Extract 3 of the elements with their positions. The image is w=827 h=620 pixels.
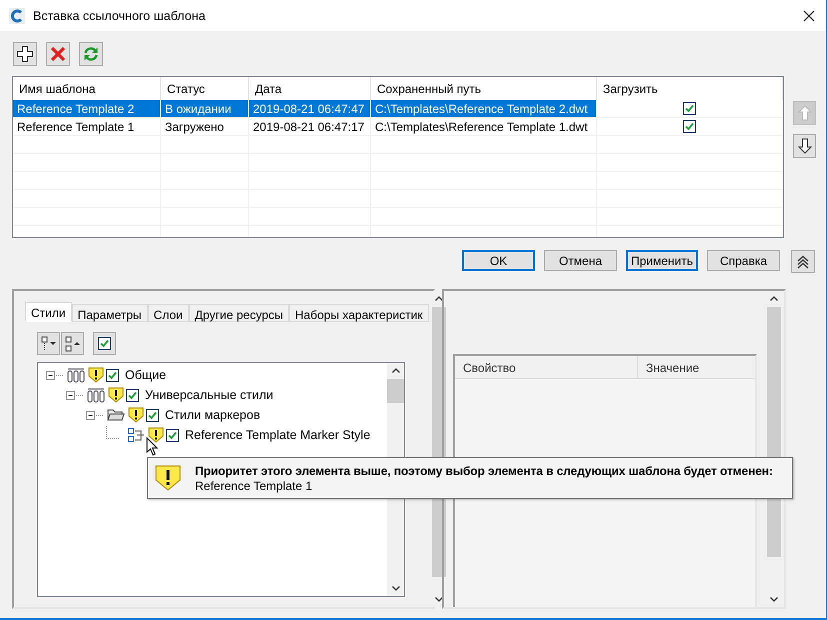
window-title: Вставка ссылочного шаблона: [33, 8, 206, 22]
tooltip-text: Reference Template 1: [195, 478, 314, 492]
tooltip-title: Приоритет этого элемента выше, поэтому выбор элемента в следующих шаблона будет отменен:: [195, 464, 773, 478]
